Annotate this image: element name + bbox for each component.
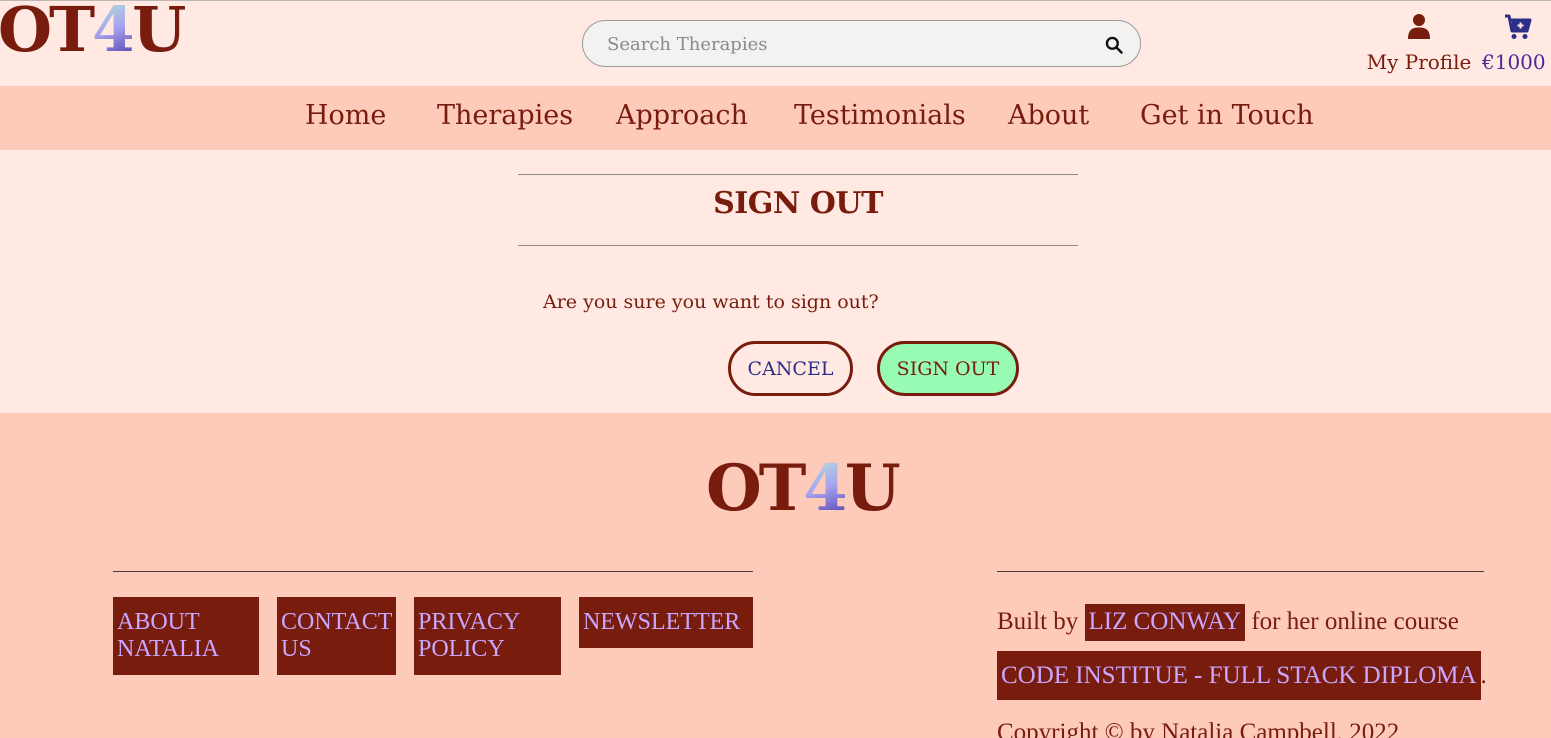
nav-item-therapies[interactable]: Therapies <box>437 100 573 131</box>
course-link[interactable]: CODE INSTITUE - FULL STACK DIPLOMA <box>997 651 1481 700</box>
cart-total: €1000 <box>1482 50 1546 74</box>
shopping-cart-link[interactable]: €1000 <box>1480 13 1551 79</box>
site-header: OT4U My Profile €1000 <box>0 0 1551 86</box>
main-nav: Home Therapies Approach Testimonials Abo… <box>0 86 1551 150</box>
signout-confirmation-text: Are you sure you want to sign out? <box>543 291 879 313</box>
built-by-suffix: for her online course <box>1251 608 1459 635</box>
my-profile-link[interactable]: My Profile <box>1364 13 1474 79</box>
logo-text-suffix: U <box>132 0 186 66</box>
search-icon[interactable] <box>1104 35 1124 55</box>
nav-item-about[interactable]: About <box>1008 100 1089 131</box>
footer-divider-right <box>997 571 1484 572</box>
course-suffix: . <box>1480 662 1487 689</box>
nav-item-testimonials[interactable]: Testimonials <box>794 100 966 131</box>
title-divider-top <box>518 174 1078 175</box>
built-by-text: Built by LIZ CONWAY for her online cours… <box>997 604 1459 641</box>
footer-link-contact-us[interactable]: CONTACT US <box>277 597 396 675</box>
footer-logo[interactable]: OT4U <box>706 451 901 526</box>
sign-out-button[interactable]: SIGN OUT <box>877 341 1019 396</box>
site-logo[interactable]: OT4U <box>0 0 186 66</box>
course-line: CODE INSTITUE - FULL STACK DIPLOMA. <box>997 651 1487 700</box>
cancel-button[interactable]: CANCEL <box>728 341 853 396</box>
cart-plus-icon <box>1505 14 1532 39</box>
user-icon <box>1408 14 1430 39</box>
search-bar <box>582 20 1141 67</box>
nav-item-home[interactable]: Home <box>305 100 386 131</box>
footer-logo-suffix: U <box>844 451 901 526</box>
footer-link-about-natalia[interactable]: ABOUT NATALIA <box>113 597 259 675</box>
site-footer: OT4U ABOUT NATALIA CONTACT US PRIVACY PO… <box>0 413 1551 738</box>
footer-link-privacy-policy[interactable]: PRIVACY POLICY <box>414 597 561 675</box>
nav-item-approach[interactable]: Approach <box>616 100 748 131</box>
built-by-prefix: Built by <box>997 608 1079 635</box>
logo-text-prefix: OT <box>0 0 95 66</box>
title-divider-bottom <box>518 245 1078 246</box>
nav-item-get-in-touch[interactable]: Get in Touch <box>1140 100 1314 131</box>
logo-text-four: 4 <box>92 0 135 66</box>
author-link[interactable]: LIZ CONWAY <box>1084 604 1246 641</box>
footer-logo-prefix: OT <box>706 451 806 526</box>
footer-logo-four: 4 <box>803 451 847 526</box>
page-title: SIGN OUT <box>713 186 883 221</box>
copyright-text: Copyright © by Natalia Campbell, 2022 <box>997 719 1400 738</box>
footer-link-newsletter[interactable]: NEWSLETTER <box>579 597 753 648</box>
footer-divider-left <box>113 571 753 572</box>
my-profile-label: My Profile <box>1366 50 1472 74</box>
search-input[interactable] <box>607 31 1087 57</box>
